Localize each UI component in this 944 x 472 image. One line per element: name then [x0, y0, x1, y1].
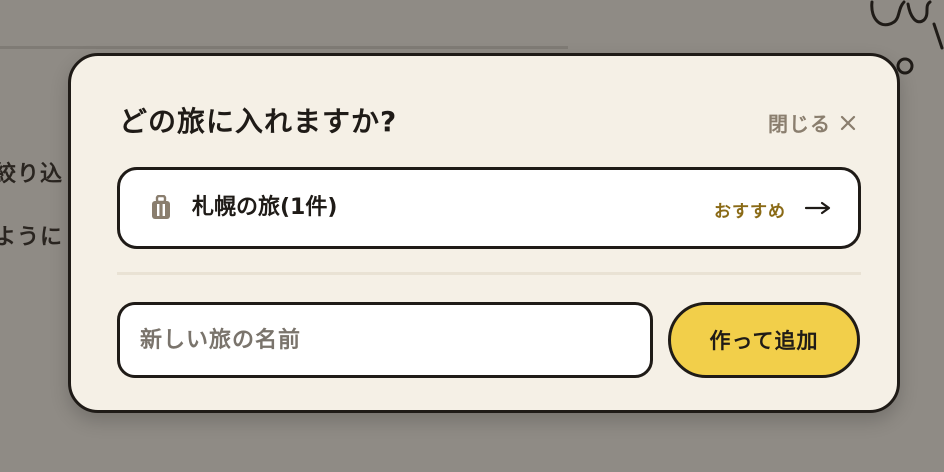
- new-trip-name-input[interactable]: [117, 302, 653, 378]
- trip-option-sapporo[interactable]: 札幌の旅(1件) おすすめ: [117, 167, 861, 249]
- background-divider: [0, 46, 568, 49]
- arrow-right-icon: [804, 201, 831, 215]
- dialog-title: どの旅に入れますか?: [119, 105, 398, 138]
- background-text: 絞り込: [0, 162, 64, 187]
- close-icon: [840, 115, 856, 130]
- create-and-add-button[interactable]: 作って追加: [668, 302, 860, 378]
- section-divider: [117, 272, 861, 275]
- suitcase-icon: [152, 195, 170, 219]
- trip-name: 札幌の旅(1件): [192, 195, 338, 220]
- add-to-trip-dialog: どの旅に入れますか? 閉じる 札幌の旅(1件) おすすめ 作って追加: [68, 53, 900, 413]
- background-text: ように: [0, 225, 64, 250]
- recommended-badge: おすすめ: [714, 202, 786, 222]
- close-button[interactable]: 閉じる: [768, 108, 857, 137]
- close-label: 閉じる: [768, 112, 831, 136]
